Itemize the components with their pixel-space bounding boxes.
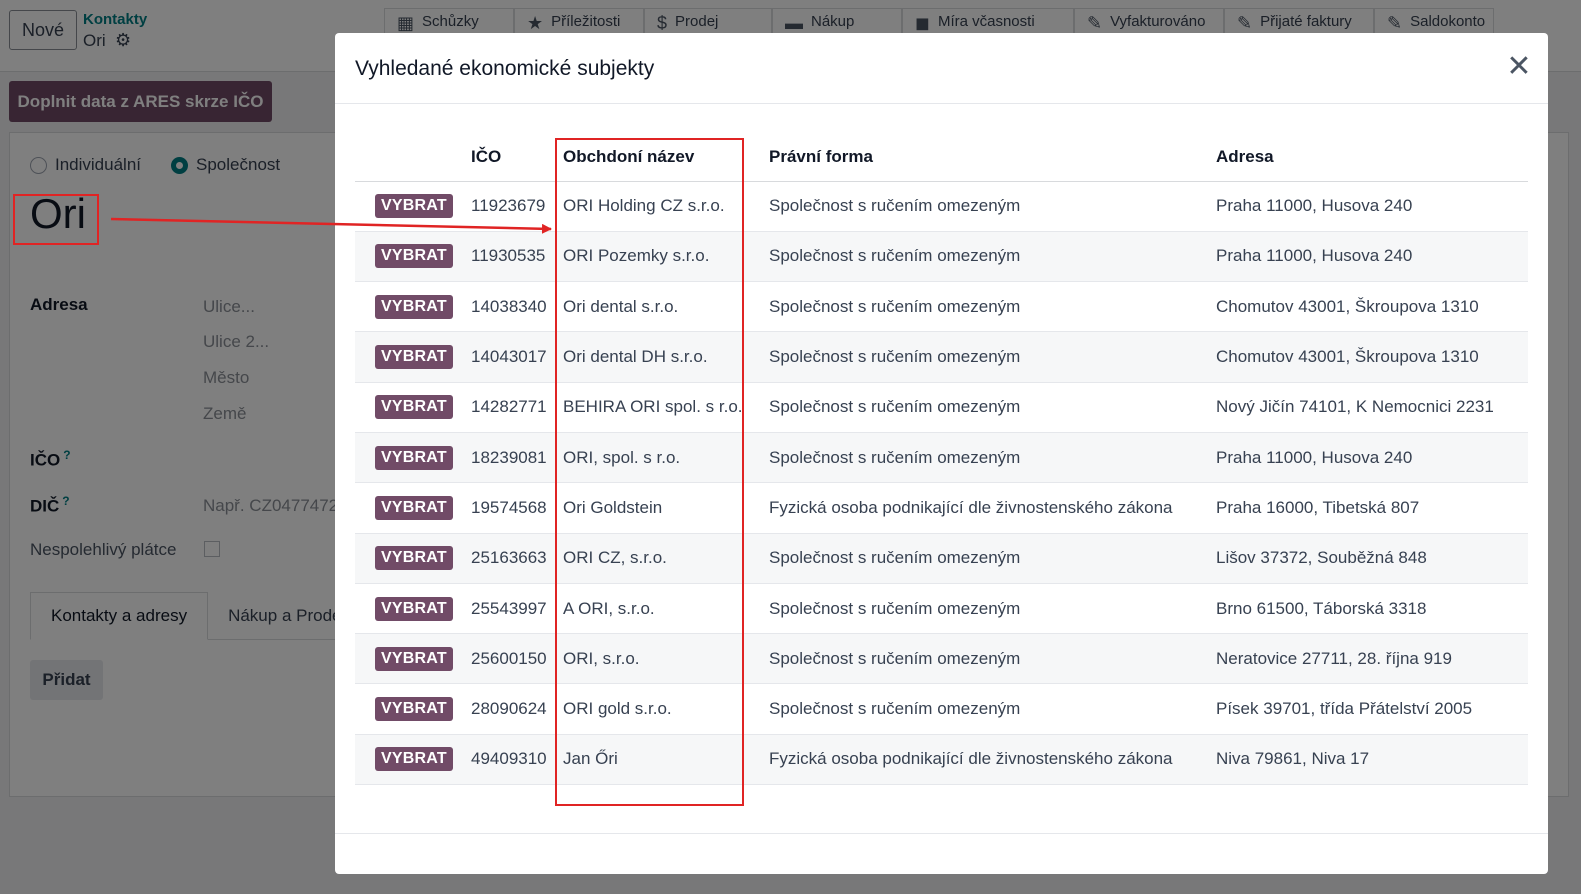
dialog-title: Vyhledané ekonomické subjekty (355, 57, 655, 80)
cell-ico: 14282771 (463, 382, 555, 433)
cell-select: VYBRAT (355, 583, 463, 635)
table-row: VYBRAT 28090624 ORI gold s.r.o. Společnost … (355, 683, 1528, 735)
cell-address: Praha 11000, Husova 240 (1208, 231, 1528, 283)
select-button[interactable]: VYBRAT (375, 395, 453, 420)
ares-results-dialog: Vyhledané ekonomické subjekty ✕ IČO Obch… (335, 33, 1548, 874)
cell-legal-form: Společnost s ručením omezeným (761, 432, 1208, 484)
cell-select: VYBRAT (355, 633, 463, 685)
select-button[interactable]: VYBRAT (375, 546, 453, 571)
cell-select: VYBRAT (355, 683, 463, 735)
table-row: VYBRAT 25600150 ORI, s.r.o. Společnost s ru… (355, 633, 1528, 685)
cell-legal-form: Společnost s ručením omezeným (761, 683, 1208, 735)
select-button[interactable]: VYBRAT (375, 596, 453, 621)
select-button[interactable]: VYBRAT (375, 747, 453, 772)
cell-legal-form: Společnost s ručením omezeným (761, 533, 1208, 584)
select-button[interactable]: VYBRAT (375, 345, 453, 370)
cell-select: VYBRAT (355, 181, 463, 232)
cell-address: Lišov 37372, Souběžná 848 (1208, 533, 1528, 584)
cell-legal-form: Společnost s ručením omezeným (761, 331, 1208, 383)
table-header-row: IČO Obchdoní název Právní forma Adresa (355, 133, 1528, 182)
cell-address: Neratovice 27711, 28. října 919 (1208, 633, 1528, 685)
cell-address: Praha 16000, Tibetská 807 (1208, 482, 1528, 534)
cell-select: VYBRAT (355, 231, 463, 283)
cell-legal-form: Společnost s ručením omezeným (761, 181, 1208, 232)
table-row: VYBRAT 25543997 A ORI, s.r.o. Společnost s … (355, 583, 1528, 635)
cell-select: VYBRAT (355, 382, 463, 433)
table-row: VYBRAT 14282771 BEHIRA ORI spol. s r.o. Spo… (355, 382, 1528, 433)
cell-select: VYBRAT (355, 533, 463, 584)
cell-address: Niva 79861, Niva 17 (1208, 734, 1528, 786)
cell-select: VYBRAT (355, 482, 463, 534)
cell-legal-form: Společnost s ručením omezeným (761, 382, 1208, 433)
cell-select: VYBRAT (355, 331, 463, 383)
cell-address: Písek 39701, třída Přátelství 2005 (1208, 683, 1528, 735)
select-button[interactable]: VYBRAT (375, 194, 453, 219)
cell-address: Brno 61500, Táborská 3318 (1208, 583, 1528, 635)
cell-address: Nový Jičín 74101, K Nemocnici 2231 (1208, 382, 1528, 433)
cell-legal-form: Společnost s ručením omezeným (761, 281, 1208, 333)
dialog-header: Vyhledané ekonomické subjekty ✕ (335, 33, 1548, 104)
cell-ico: 11930535 (463, 231, 555, 283)
cell-ico: 14038340 (463, 281, 555, 333)
column-header-select (355, 133, 463, 182)
cell-legal-form: Fyzická osoba podnikající dle živnostens… (761, 734, 1208, 786)
cell-ico: 11923679 (463, 181, 555, 232)
cell-ico: 14043017 (463, 331, 555, 383)
cell-legal-form: Fyzická osoba podnikající dle živnostens… (761, 482, 1208, 534)
cell-legal-form: Společnost s ručením omezeným (761, 633, 1208, 685)
table-row: VYBRAT 14043017 Ori dental DH s.r.o. Společ… (355, 331, 1528, 383)
select-button[interactable]: VYBRAT (375, 294, 453, 319)
cell-legal-form: Společnost s ručením omezeným (761, 231, 1208, 283)
select-button[interactable]: VYBRAT (375, 244, 453, 269)
highlight-box-name (13, 194, 99, 245)
cell-ico: 19574568 (463, 482, 555, 534)
cell-ico: 49409310 (463, 734, 555, 786)
table-row: VYBRAT 11930535 ORI Pozemky s.r.o. Společno… (355, 231, 1528, 283)
cell-address: Praha 11000, Husova 240 (1208, 432, 1528, 484)
cell-ico: 18239081 (463, 432, 555, 484)
table-row: VYBRAT 11923679 ORI Holding CZ s.r.o. Spole… (355, 181, 1528, 232)
select-button[interactable]: VYBRAT (375, 697, 453, 722)
table-row: VYBRAT 25163663 ORI CZ, s.r.o. Společnost s… (355, 533, 1528, 584)
table-row: VYBRAT 14038340 Ori dental s.r.o. Společnos… (355, 281, 1528, 333)
table-row: VYBRAT 19574568 Ori Goldstein Fyzická osoba… (355, 482, 1528, 534)
cell-select: VYBRAT (355, 734, 463, 786)
cell-ico: 25600150 (463, 633, 555, 685)
results-table: IČO Obchdoní název Právní forma Adresa V… (355, 133, 1528, 786)
column-header-ico[interactable]: IČO (463, 133, 555, 182)
select-button[interactable]: VYBRAT (375, 445, 453, 470)
results-body: VYBRAT 11923679 ORI Holding CZ s.r.o. Spole… (355, 181, 1528, 786)
cell-address: Praha 11000, Husova 240 (1208, 181, 1528, 232)
table-row: VYBRAT 49409310 Jan Őri Fyzická osoba podni… (355, 734, 1528, 786)
cell-ico: 28090624 (463, 683, 555, 735)
column-header-address[interactable]: Adresa (1208, 133, 1528, 182)
cell-address: Chomutov 43001, Škroupova 1310 (1208, 331, 1528, 383)
select-button[interactable]: VYBRAT (375, 646, 453, 671)
cell-select: VYBRAT (355, 281, 463, 333)
cell-legal-form: Společnost s ručením omezeným (761, 583, 1208, 635)
column-header-legal-form[interactable]: Právní forma (761, 133, 1208, 182)
cell-ico: 25163663 (463, 533, 555, 584)
cell-select: VYBRAT (355, 432, 463, 484)
close-icon[interactable]: ✕ (1505, 52, 1533, 82)
table-row: VYBRAT 18239081 ORI, spol. s r.o. Společnos… (355, 432, 1528, 484)
select-button[interactable]: VYBRAT (375, 495, 453, 520)
dialog-footer (335, 833, 1548, 834)
highlight-box-name-column (555, 138, 744, 806)
cell-ico: 25543997 (463, 583, 555, 635)
cell-address: Chomutov 43001, Škroupova 1310 (1208, 281, 1528, 333)
